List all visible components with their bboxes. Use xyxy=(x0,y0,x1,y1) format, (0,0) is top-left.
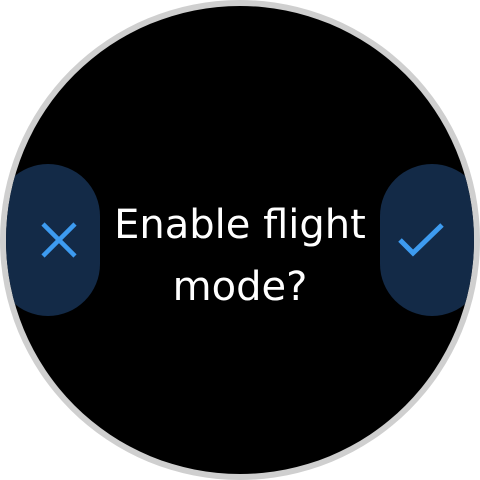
dialog-prompt: Enable flight mode? xyxy=(114,202,366,310)
confirm-button[interactable] xyxy=(380,164,474,316)
close-icon xyxy=(39,220,79,260)
watch-screen: Enable flight mode? xyxy=(6,6,474,474)
check-icon xyxy=(397,220,445,260)
cancel-button[interactable] xyxy=(6,164,100,316)
